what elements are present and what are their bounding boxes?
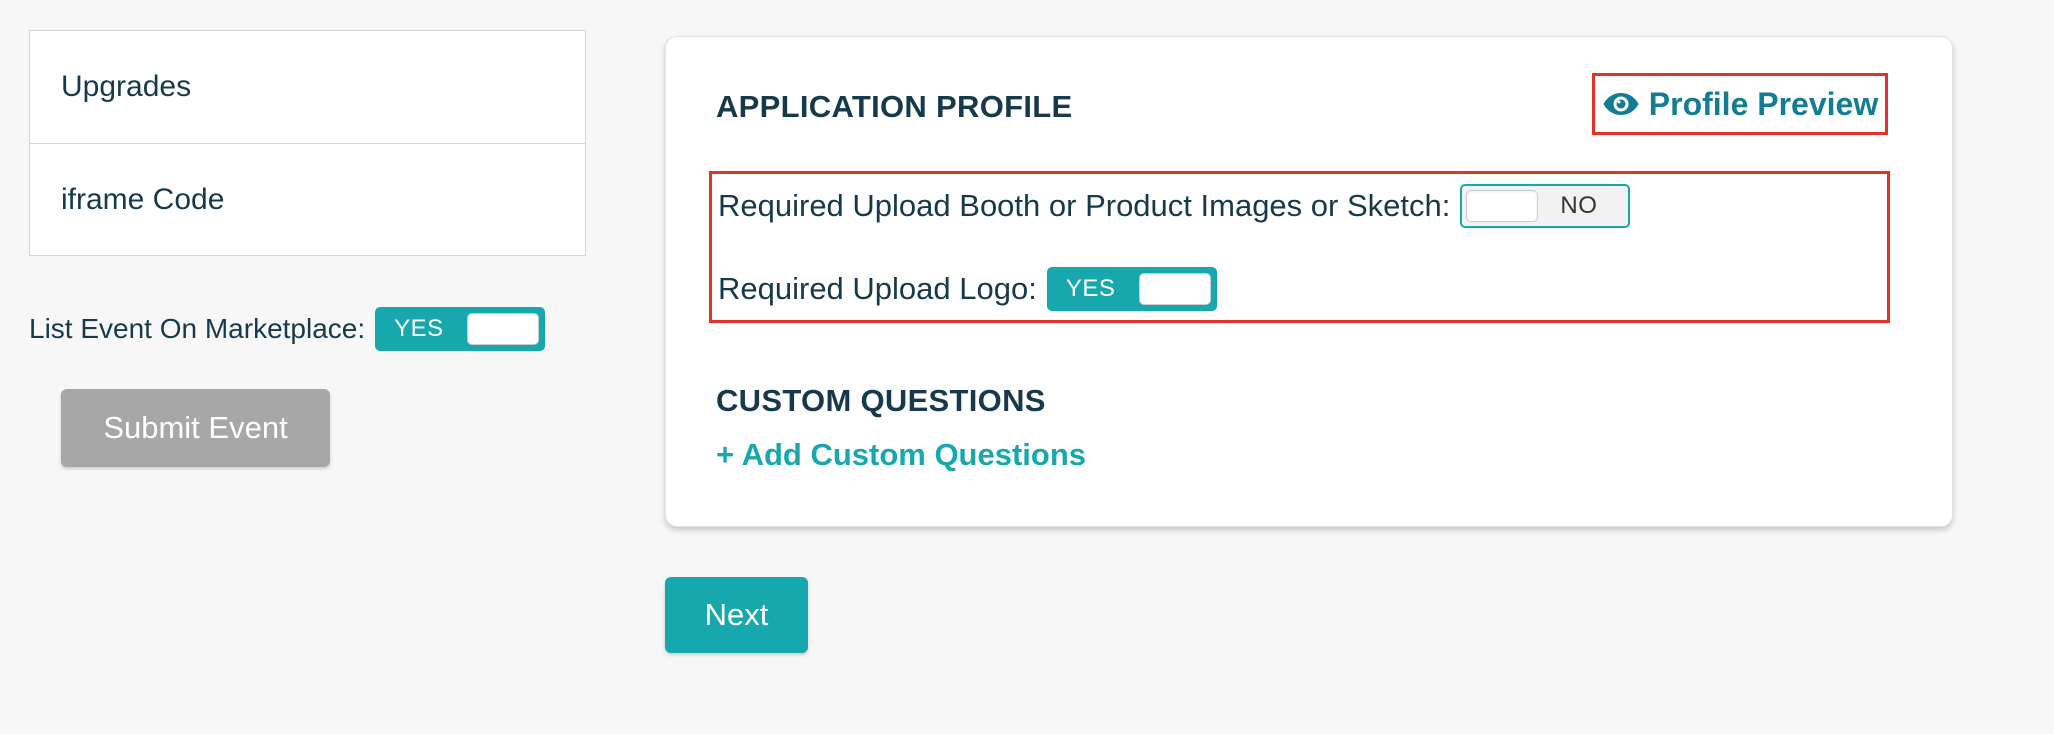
add-custom-questions-link[interactable]: + Add Custom Questions: [716, 437, 1086, 473]
logo-setting: Required Upload Logo: YES: [718, 267, 1217, 311]
booth-images-toggle[interactable]: NO: [1460, 184, 1631, 228]
marketplace-toggle[interactable]: YES: [375, 307, 546, 351]
profile-preview-link[interactable]: Profile Preview: [1592, 73, 1888, 135]
submit-event-button[interactable]: Submit Event: [61, 389, 330, 467]
custom-questions-title: CUSTOM QUESTIONS: [716, 383, 1046, 418]
toggle-knob: [1466, 190, 1539, 222]
side-menu-item-iframe-code[interactable]: iframe Code: [30, 143, 585, 255]
logo-toggle-text: YES: [1065, 275, 1116, 302]
toggle-knob: [467, 313, 540, 345]
eye-icon: [1602, 91, 1640, 117]
logo-label: Required Upload Logo:: [718, 271, 1037, 306]
side-menu-item-label: iframe Code: [61, 182, 225, 216]
side-menu: Upgrades iframe Code: [29, 30, 586, 256]
profile-preview-label: Profile Preview: [1648, 85, 1879, 122]
upload-requirements-box: Required Upload Booth or Product Images …: [709, 171, 1890, 323]
application-profile-card: APPLICATION PROFILE Profile Preview Requ…: [665, 36, 1953, 527]
marketplace-label: List Event On Marketplace:: [29, 313, 366, 344]
marketplace-toggle-text: YES: [394, 315, 444, 342]
toggle-knob: [1138, 273, 1211, 305]
application-profile-title: APPLICATION PROFILE: [716, 89, 1073, 124]
marketplace-setting: List Event On Marketplace: YES: [29, 306, 546, 352]
logo-toggle[interactable]: YES: [1046, 267, 1217, 311]
booth-images-label: Required Upload Booth or Product Images …: [718, 188, 1451, 223]
next-button[interactable]: Next: [665, 577, 808, 653]
booth-images-setting: Required Upload Booth or Product Images …: [718, 184, 1631, 228]
side-menu-item-label: Upgrades: [61, 70, 192, 103]
booth-images-toggle-text: NO: [1560, 192, 1598, 219]
side-menu-item-upgrades[interactable]: Upgrades: [30, 31, 585, 143]
